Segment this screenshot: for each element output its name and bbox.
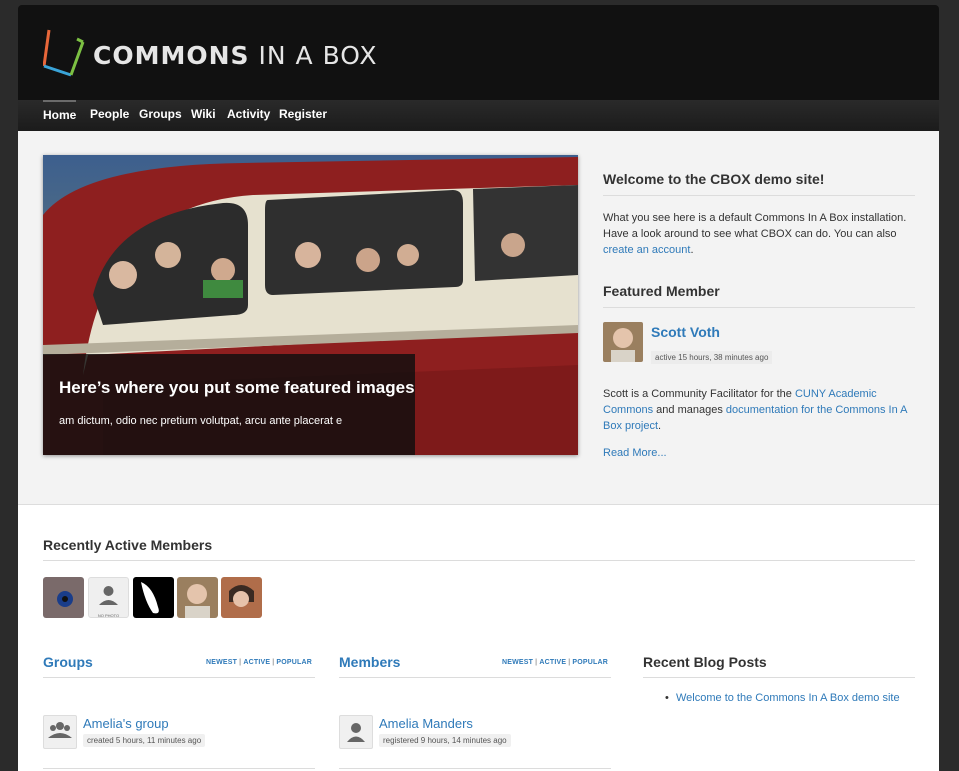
featured-member-bio: Scott is a Community Facilitator for the… [603, 388, 907, 432]
nav-wiki[interactable]: Wiki [191, 100, 216, 131]
members-title[interactable]: Members [339, 654, 400, 670]
members-filters: NEWEST | ACTIVE | POPULAR [502, 659, 608, 666]
welcome-text: What you see here is a default Commons I… [603, 212, 907, 256]
groups-filter-popular[interactable]: POPULAR [276, 659, 312, 666]
main-content: Recently Active Members NO PHOTO Groups … [18, 505, 939, 771]
read-more-link[interactable]: Read More... [603, 447, 667, 459]
groups-filter-active[interactable]: ACTIVE [243, 659, 270, 666]
divider [339, 677, 611, 678]
featured-member-activity: active 15 hours, 38 minutes ago [651, 351, 773, 364]
create-account-link[interactable]: create an account [603, 244, 690, 256]
nav-activity[interactable]: Activity [227, 100, 270, 131]
featured-member-title: Featured Member [603, 283, 915, 308]
group-meta: created 5 hours, 11 minutes ago [83, 734, 206, 747]
group-name-link[interactable]: Amelia's group [83, 716, 169, 731]
members-filter-active[interactable]: ACTIVE [539, 659, 566, 666]
divider [339, 768, 611, 769]
member-avatar[interactable] [133, 577, 174, 618]
no-photo-icon [99, 586, 118, 605]
featured-member-name[interactable]: Scott Voth [651, 324, 720, 340]
featured-member: Scott Voth active 15 hours, 38 minutes a… [603, 322, 915, 378]
blog-title: Recent Blog Posts [643, 654, 767, 670]
featured-member-avatar[interactable] [603, 322, 643, 362]
featured-slideshow[interactable]: Here’s where you put some featured image… [43, 155, 578, 455]
member-avatar[interactable] [221, 577, 262, 618]
nav-groups[interactable]: Groups [139, 100, 182, 131]
group-icon [48, 722, 72, 738]
nav-register[interactable]: Register [279, 100, 327, 131]
member-name-link[interactable]: Amelia Manders [379, 716, 473, 731]
divider [643, 677, 915, 678]
welcome-title: Welcome to the CBOX demo site! [603, 171, 915, 196]
member-avatar[interactable] [339, 715, 373, 749]
bullet-icon: • [665, 692, 669, 704]
divider [43, 677, 315, 678]
member-meta: registered 9 hours, 14 minutes ago [379, 734, 511, 747]
member-avatar[interactable] [177, 577, 218, 618]
divider [43, 768, 315, 769]
logo-text: COMMONS IN A BOX [93, 41, 378, 70]
slide-text: am dictum, odio nec pretium volutpat, ar… [59, 415, 343, 427]
blog-post-item: • Welcome to the Commons In A Box demo s… [665, 692, 900, 704]
slide-title: Here’s where you put some featured image… [59, 378, 415, 397]
page-frame: COMMONS IN A BOX Home People Groups Wiki… [18, 0, 939, 771]
welcome-sidebar: Welcome to the CBOX demo site! What you … [603, 171, 915, 461]
group-avatar[interactable] [43, 715, 77, 749]
recent-members-title: Recently Active Members [43, 537, 213, 553]
nav-home[interactable]: Home [43, 100, 77, 133]
groups-filter-newest[interactable]: NEWEST [206, 659, 237, 666]
main-nav: Home People Groups Wiki Activity Registe… [18, 100, 939, 131]
member-avatar[interactable]: NO PHOTO [88, 577, 129, 618]
site-header: COMMONS IN A BOX [18, 5, 939, 100]
members-filter-newest[interactable]: NEWEST [502, 659, 533, 666]
blog-post-link[interactable]: Welcome to the Commons In A Box demo sit… [676, 692, 900, 704]
person-icon [347, 723, 365, 742]
divider [43, 560, 915, 561]
members-filter-popular[interactable]: POPULAR [572, 659, 608, 666]
featured-area: Here’s where you put some featured image… [18, 131, 939, 505]
member-avatar[interactable] [43, 577, 84, 618]
slide-caption: Here’s where you put some featured image… [43, 354, 415, 455]
groups-title[interactable]: Groups [43, 654, 93, 670]
groups-filters: NEWEST | ACTIVE | POPULAR [206, 659, 312, 666]
nav-people[interactable]: People [90, 100, 129, 131]
logo-mark-icon [43, 29, 85, 77]
